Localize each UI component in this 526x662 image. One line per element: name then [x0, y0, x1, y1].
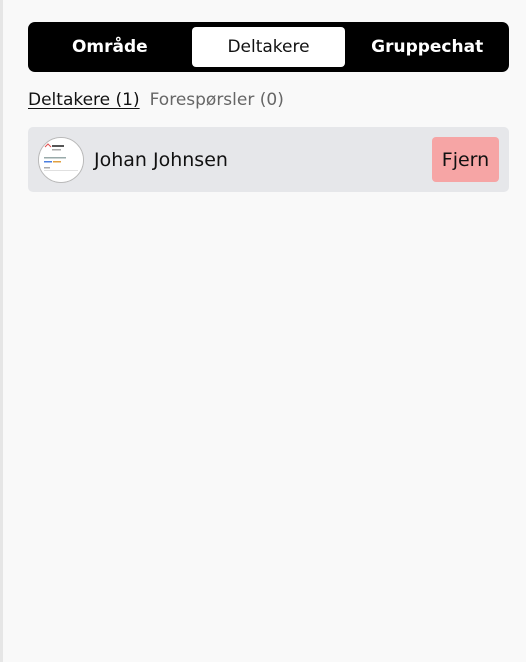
tab-deltakere[interactable]: Deltakere: [191, 27, 346, 67]
avatar-image-icon: [39, 137, 83, 182]
tab-omrade[interactable]: Område: [33, 27, 187, 67]
participant-row: Johan Johnsen Fjern: [28, 127, 509, 192]
tab-gruppechat[interactable]: Gruppechat: [350, 27, 504, 67]
subtab-bar: Deltakere (1) Forespørsler (0): [28, 89, 284, 111]
participant-name: Johan Johnsen: [94, 148, 228, 171]
avatar: [38, 136, 84, 183]
left-border: [0, 0, 3, 662]
subtab-requests[interactable]: Forespørsler (0): [150, 89, 284, 111]
subtab-participants[interactable]: Deltakere (1): [28, 89, 140, 111]
tab-bar: Område Deltakere Gruppechat: [28, 22, 509, 72]
remove-button[interactable]: Fjern: [432, 137, 499, 182]
